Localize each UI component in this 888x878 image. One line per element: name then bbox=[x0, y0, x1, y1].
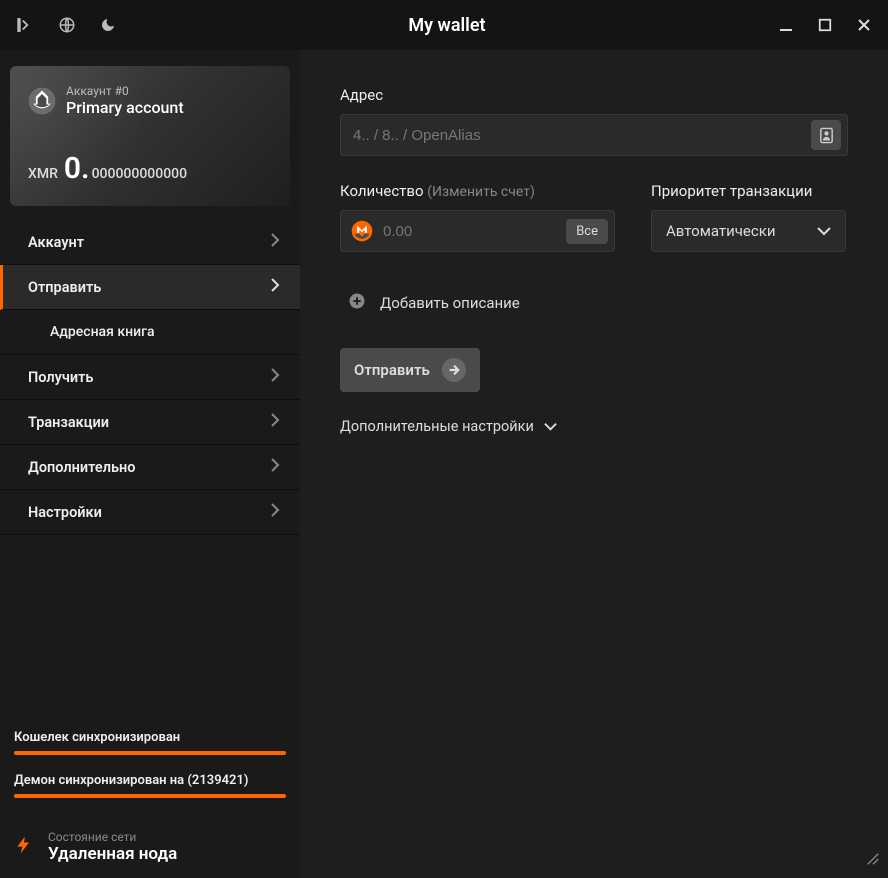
priority-select[interactable]: Автоматически bbox=[651, 210, 846, 252]
nav-advanced[interactable]: Дополнительно bbox=[0, 445, 300, 490]
daemon-sync-bar bbox=[14, 794, 286, 798]
nav-transactions[interactable]: Транзакции bbox=[0, 400, 300, 445]
chevron-right-icon bbox=[270, 413, 280, 431]
chevron-right-icon bbox=[270, 278, 280, 296]
send-button[interactable]: Отправить bbox=[340, 348, 480, 392]
nav-send[interactable]: Отправить bbox=[0, 265, 300, 310]
lock-wallet-icon[interactable] bbox=[16, 16, 34, 34]
amount-input-wrap: Все bbox=[340, 210, 615, 252]
theme-moon-icon[interactable] bbox=[100, 17, 116, 33]
nav-label: Транзакции bbox=[28, 414, 109, 431]
amount-input[interactable] bbox=[383, 223, 556, 240]
resize-handle-icon[interactable] bbox=[866, 851, 880, 870]
advanced-settings-label: Дополнительные настройки bbox=[340, 418, 534, 435]
address-input-wrap bbox=[340, 114, 848, 156]
amount-label: Количество (Изменить счет) bbox=[340, 182, 615, 200]
nav-label: Получить bbox=[28, 369, 93, 386]
sidebar: Аккаунт #0 Primary account XMR 0. 000000… bbox=[0, 50, 300, 878]
nav-label: Аккаунт bbox=[28, 234, 84, 251]
balance-major: 0. bbox=[64, 151, 90, 186]
chevron-right-icon bbox=[270, 233, 280, 251]
account-name: Primary account bbox=[66, 98, 184, 117]
add-description-button[interactable]: Добавить описание bbox=[348, 292, 848, 314]
maximize-button[interactable] bbox=[818, 18, 832, 32]
network-label: Состояние сети bbox=[48, 830, 177, 844]
network-icon[interactable] bbox=[58, 16, 76, 34]
add-description-label: Добавить описание bbox=[380, 294, 520, 312]
nav-label: Настройки bbox=[28, 504, 102, 521]
balance: XMR 0. 000000000000 bbox=[28, 151, 272, 186]
account-card[interactable]: Аккаунт #0 Primary account XMR 0. 000000… bbox=[10, 66, 290, 206]
network-value: Удаленная нода bbox=[48, 844, 177, 864]
bolt-icon bbox=[14, 832, 34, 862]
chevron-right-icon bbox=[270, 503, 280, 521]
nav-settings[interactable]: Настройки bbox=[0, 490, 300, 535]
window-title: My wallet bbox=[116, 15, 778, 36]
nav-label: Дополнительно bbox=[28, 459, 135, 476]
balance-currency: XMR bbox=[28, 166, 58, 182]
balance-minor: 000000000000 bbox=[92, 166, 187, 182]
minimize-button[interactable] bbox=[778, 17, 794, 33]
chevron-down-icon bbox=[817, 222, 831, 240]
content: Адрес Количество (Изменить счет) Все bbox=[300, 50, 888, 878]
address-input[interactable] bbox=[353, 127, 811, 144]
titlebar: My wallet bbox=[0, 0, 888, 50]
account-number: Аккаунт #0 bbox=[66, 84, 184, 98]
address-label: Адрес bbox=[340, 86, 848, 104]
daemon-sync-label: Демон синхронизирован на (2139421) bbox=[14, 773, 286, 788]
amount-sublabel[interactable]: (Изменить счет) bbox=[427, 184, 535, 200]
send-button-label: Отправить bbox=[354, 361, 430, 379]
nav-label: Отправить bbox=[28, 279, 101, 296]
arrow-right-icon bbox=[442, 358, 466, 382]
chevron-right-icon bbox=[270, 458, 280, 476]
monero-logo-icon bbox=[28, 87, 56, 115]
advanced-settings-toggle[interactable]: Дополнительные настройки bbox=[340, 418, 848, 435]
priority-value: Автоматически bbox=[666, 222, 776, 240]
nav: Аккаунт Отправить Адресная книга Получит… bbox=[0, 220, 300, 535]
chevron-down-icon bbox=[544, 418, 557, 435]
sync-section: Кошелек синхронизирован Демон синхронизи… bbox=[0, 730, 300, 830]
nav-addressbook[interactable]: Адресная книга bbox=[0, 310, 300, 355]
network-status[interactable]: Состояние сети Удаленная нода bbox=[0, 830, 300, 878]
wallet-sync-label: Кошелек синхронизирован bbox=[14, 730, 286, 745]
close-button[interactable] bbox=[856, 17, 872, 33]
monero-logo-icon bbox=[351, 220, 373, 242]
all-button[interactable]: Все bbox=[566, 219, 608, 244]
plus-circle-icon bbox=[348, 292, 366, 314]
nav-account[interactable]: Аккаунт bbox=[0, 220, 300, 265]
nav-label: Адресная книга bbox=[50, 324, 155, 340]
addressbook-button[interactable] bbox=[811, 120, 841, 150]
priority-label: Приоритет транзакции bbox=[651, 182, 846, 200]
wallet-sync-bar bbox=[14, 751, 286, 755]
chevron-right-icon bbox=[270, 368, 280, 386]
nav-receive[interactable]: Получить bbox=[0, 355, 300, 400]
